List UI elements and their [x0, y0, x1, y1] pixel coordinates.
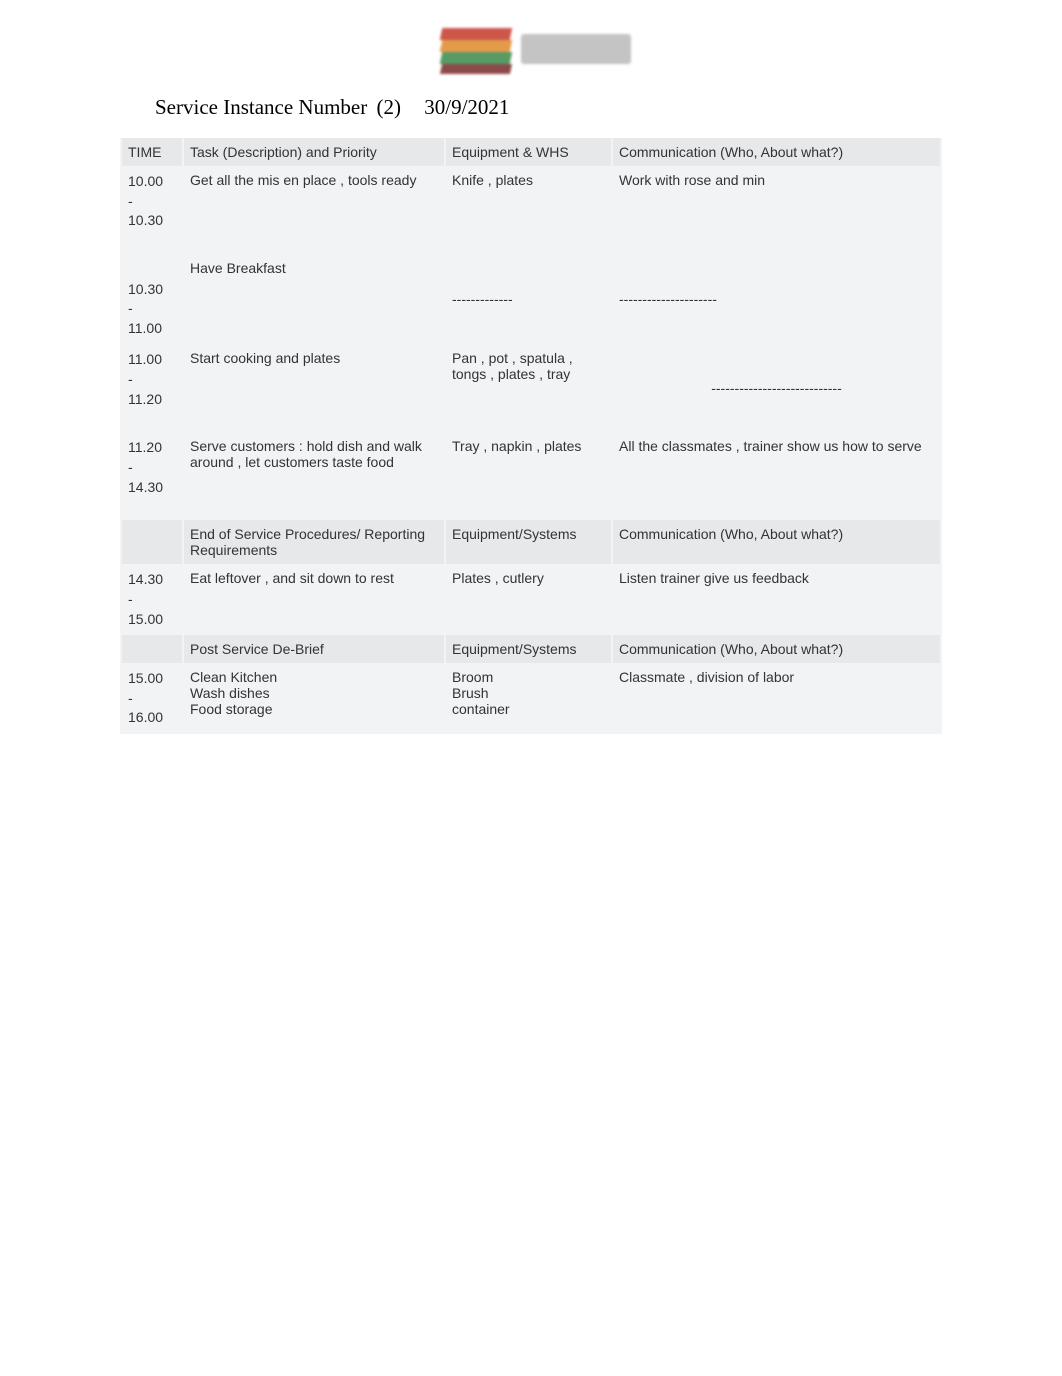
cell-communication: All the classmates , trainer show us how…	[613, 432, 940, 520]
subheader-communication: Communication (Who, About what?)	[613, 520, 940, 564]
subheader-post-service: Post Service De-Brief Equipment/Systems …	[122, 635, 940, 663]
cell-communication: ---------------------	[613, 254, 940, 344]
time-start: 14.30	[128, 571, 163, 587]
col-header-equipment: Equipment & WHS	[446, 138, 611, 166]
cell-task: Get all the mis en place , tools ready	[184, 166, 444, 254]
time-start: 10.30	[128, 281, 163, 297]
time-end: 14.30	[128, 479, 163, 495]
instance-number: (2)	[377, 95, 402, 119]
table-row: 10.30- 11.00 Have Breakfast ------------…	[122, 254, 940, 344]
cell-task: Clean Kitchen Wash dishes Food storage	[184, 663, 444, 734]
title-label: Service Instance Number	[155, 95, 367, 119]
table-header-row: TIME Task (Description) and Priority Equ…	[122, 138, 940, 166]
cell-task-text: Clean Kitchen Wash dishes Food storage	[190, 669, 277, 717]
cell-equipment: Pan , pot , spatula , tongs , plates , t…	[446, 344, 611, 432]
table-row: 15.00- 16.00 Clean Kitchen Wash dishes F…	[122, 663, 940, 734]
table-row: 10.00- 10.30 Get all the mis en place , …	[122, 166, 940, 254]
cell-communication: Work with rose and min	[613, 166, 940, 254]
subheader-task: End of Service Procedures/ Reporting Req…	[184, 520, 444, 564]
cell-communication: Classmate , division of labor	[613, 663, 940, 734]
cell-equipment: Broom Brush container	[446, 663, 611, 734]
cell-communication: Listen trainer give us feedback	[613, 564, 940, 635]
subheader-task: Post Service De-Brief	[184, 635, 444, 663]
cell-task: Have Breakfast	[184, 254, 444, 344]
cell-equipment: Plates , cutlery	[446, 564, 611, 635]
col-header-communication: Communication (Who, About what?)	[613, 138, 940, 166]
cell-time: 10.30- 11.00	[122, 254, 182, 344]
time-start: 10.00	[128, 173, 163, 189]
col-header-task: Task (Description) and Priority	[184, 138, 444, 166]
table-row: 11.00- 11.20 Start cooking and plates Pa…	[122, 344, 940, 432]
time-end: 16.00	[128, 709, 163, 725]
cell-time-blank	[122, 520, 182, 564]
cell-task: Eat leftover , and sit down to rest	[184, 564, 444, 635]
logo-area	[0, 0, 1062, 85]
logo-image	[421, 20, 641, 80]
cell-task: Serve customers : hold dish and walk aro…	[184, 432, 444, 520]
subheader-equipment: Equipment/Systems	[446, 635, 611, 663]
cell-equipment: Tray , napkin , plates	[446, 432, 611, 520]
cell-time: 11.20- 14.30	[122, 432, 182, 520]
document-date: 30/9/2021	[424, 95, 509, 119]
cell-time: 10.00- 10.30	[122, 166, 182, 254]
time-end: 15.00	[128, 611, 163, 627]
work-plan-table-wrapper: TIME Task (Description) and Priority Equ…	[120, 138, 942, 734]
time-end: 11.20	[128, 391, 162, 407]
subheader-equipment: Equipment/Systems	[446, 520, 611, 564]
cell-time-blank	[122, 635, 182, 663]
subheader-end-of-service: End of Service Procedures/ Reporting Req…	[122, 520, 940, 564]
work-plan-table: TIME Task (Description) and Priority Equ…	[120, 138, 942, 734]
table-row: 14.30- 15.00 Eat leftover , and sit down…	[122, 564, 940, 635]
document-page: Service Instance Number (2) 30/9/2021 TI…	[0, 0, 1062, 734]
cell-equipment-text: Broom Brush container	[452, 669, 510, 717]
time-end: 11.00	[128, 320, 162, 336]
cell-communication: ----------------------------	[613, 344, 940, 432]
time-start: 11.20	[128, 439, 162, 455]
time-start: 11.00	[128, 351, 162, 367]
col-header-time: TIME	[122, 138, 182, 166]
cell-equipment: Knife , plates	[446, 166, 611, 254]
time-end: 10.30	[128, 212, 163, 228]
cell-time: 11.00- 11.20	[122, 344, 182, 432]
subheader-communication: Communication (Who, About what?)	[613, 635, 940, 663]
page-title: Service Instance Number (2) 30/9/2021	[0, 85, 1062, 138]
cell-time: 15.00- 16.00	[122, 663, 182, 734]
time-start: 15.00	[128, 670, 163, 686]
table-row: 11.20- 14.30 Serve customers : hold dish…	[122, 432, 940, 520]
cell-task: Start cooking and plates	[184, 344, 444, 432]
cell-time: 14.30- 15.00	[122, 564, 182, 635]
cell-equipment: -------------	[446, 254, 611, 344]
